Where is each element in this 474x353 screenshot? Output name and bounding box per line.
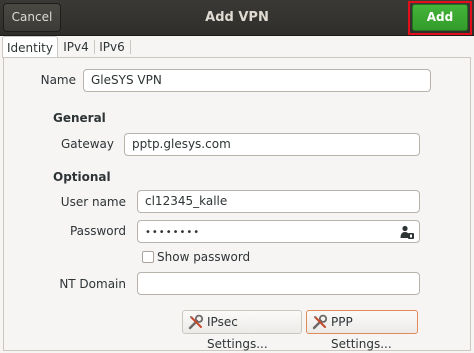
ppp-settings-button[interactable]: PPP Settings... [306, 310, 418, 351]
tab-separator [130, 40, 131, 54]
tab-bar: Identity IPv4 IPv6 [0, 36, 474, 58]
username-label: User name [60, 195, 126, 209]
ntdomain-label: NT Domain [59, 277, 126, 291]
username-field[interactable]: cl12345_kalle [137, 190, 420, 213]
gateway-label: Gateway [60, 137, 114, 151]
tab-identity[interactable]: Identity [2, 36, 58, 58]
cancel-button[interactable]: Cancel [3, 3, 61, 32]
header-bar: Add VPN Cancel Add [0, 0, 474, 36]
add-button[interactable]: Add [412, 4, 468, 31]
tab-separator [94, 40, 95, 54]
optional-heading: Optional [53, 170, 111, 184]
password-field[interactable]: •••••••• [137, 220, 420, 243]
name-field[interactable]: GleSYS VPN [83, 69, 431, 92]
ntdomain-field[interactable] [137, 272, 420, 295]
user-key-icon[interactable] [400, 225, 414, 239]
password-label: Password [69, 224, 126, 238]
password-value: •••••••• [145, 227, 201, 238]
ppp-settings-label: PPP Settings... [331, 315, 392, 351]
tab-ipv4[interactable]: IPv4 [60, 36, 92, 58]
show-password-label[interactable]: Show password [157, 250, 250, 264]
dialog-title: Add VPN [205, 10, 269, 25]
ipsec-settings-button[interactable]: IPsec Settings... [182, 310, 302, 351]
name-label: Name [40, 73, 76, 87]
wrench-screwdriver-icon [312, 314, 328, 330]
gateway-field[interactable]: pptp.glesys.com [124, 133, 420, 156]
ipsec-settings-label: IPsec Settings... [207, 315, 268, 351]
wrench-screwdriver-icon [188, 314, 204, 330]
show-password-checkbox[interactable] [142, 251, 154, 263]
general-heading: General [53, 111, 106, 125]
tab-ipv6[interactable]: IPv6 [96, 36, 128, 58]
